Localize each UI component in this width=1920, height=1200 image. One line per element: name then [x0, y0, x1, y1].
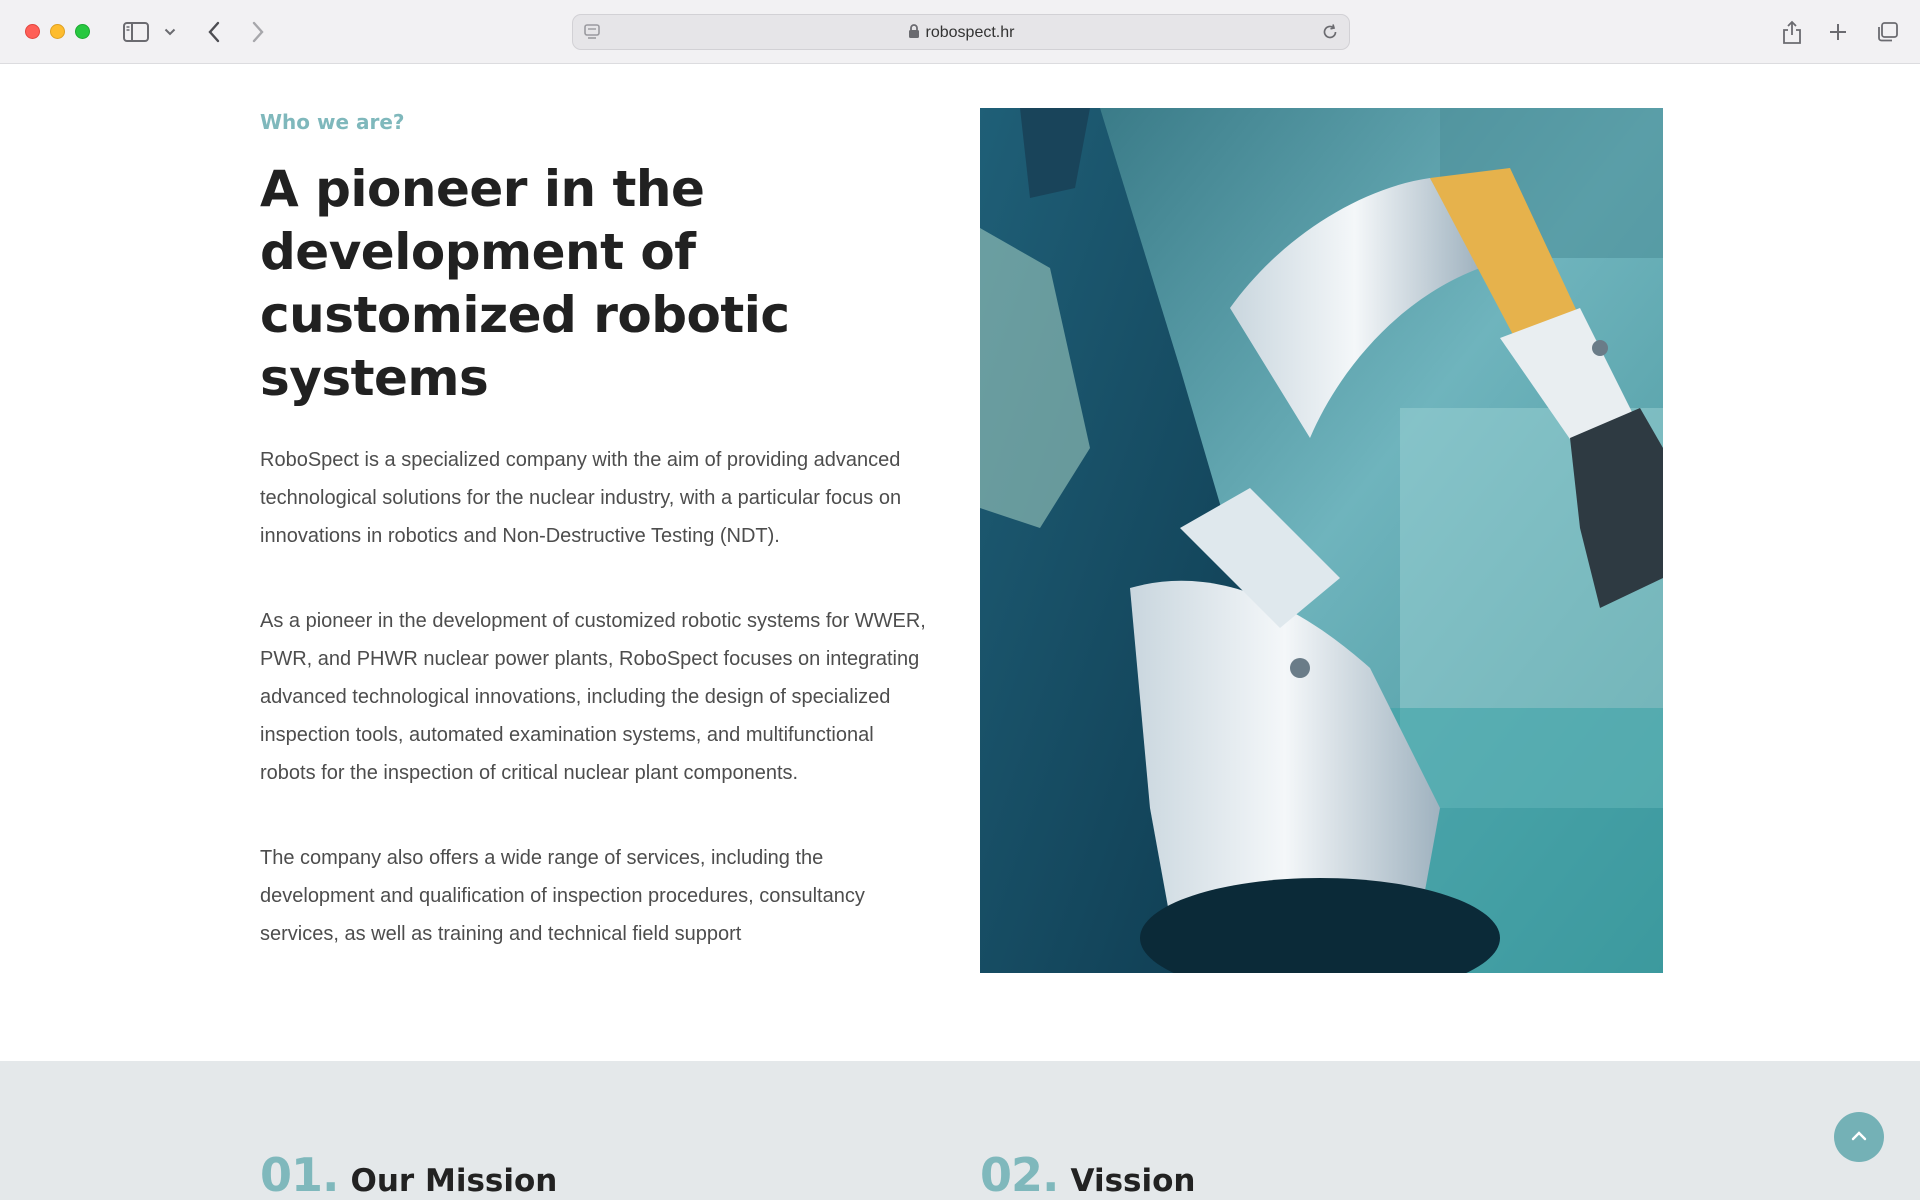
close-window-button[interactable] [25, 24, 40, 39]
scroll-to-top-button[interactable] [1834, 1112, 1884, 1162]
share-icon [1782, 19, 1802, 45]
url-text: robospect.hr [925, 24, 1015, 41]
vision-heading: 02. Vission [980, 1148, 1195, 1200]
forward-button[interactable] [246, 16, 270, 48]
vision-title: Vission [1070, 1163, 1196, 1199]
section-eyebrow: Who we are? [260, 110, 405, 134]
url-display: robospect.hr [573, 24, 1349, 44]
chevron-up-icon [1851, 1128, 1867, 1146]
tabs-icon [1875, 21, 1899, 43]
reload-icon [1321, 24, 1339, 45]
reload-button[interactable] [1321, 23, 1339, 46]
share-button[interactable] [1778, 16, 1806, 48]
robot-arm-image [980, 108, 1663, 973]
minimize-window-button[interactable] [50, 24, 65, 39]
back-icon [207, 21, 221, 43]
browser-toolbar: robospect.hr [0, 0, 1920, 64]
forward-icon [251, 21, 265, 43]
back-button[interactable] [202, 16, 226, 48]
sidebar-toggle-button[interactable] [120, 16, 152, 48]
mission-number: 01. [260, 1148, 339, 1200]
chevron-down-icon [164, 28, 176, 36]
address-bar[interactable]: robospect.hr [572, 14, 1350, 50]
lock-icon [908, 24, 920, 44]
sidebar-icon [123, 22, 149, 42]
services-paragraph: The company also offers a wide range of … [260, 847, 865, 945]
intro-paragraph: RoboSpect is a specialized company with … [260, 449, 902, 547]
page-title: A pioneer in the development of customiz… [260, 160, 790, 407]
new-tab-button[interactable] [1824, 16, 1852, 48]
tab-overview-button[interactable] [1872, 16, 1902, 48]
zoom-window-button[interactable] [75, 24, 90, 39]
plus-icon [1828, 22, 1848, 42]
mission-title: Our Mission [350, 1163, 558, 1199]
pioneer-paragraph: As a pioneer in the development of custo… [260, 610, 926, 784]
vision-number: 02. [980, 1148, 1059, 1200]
mission-heading: 01. Our Mission [260, 1148, 557, 1200]
tab-group-menu-button[interactable] [162, 16, 178, 48]
